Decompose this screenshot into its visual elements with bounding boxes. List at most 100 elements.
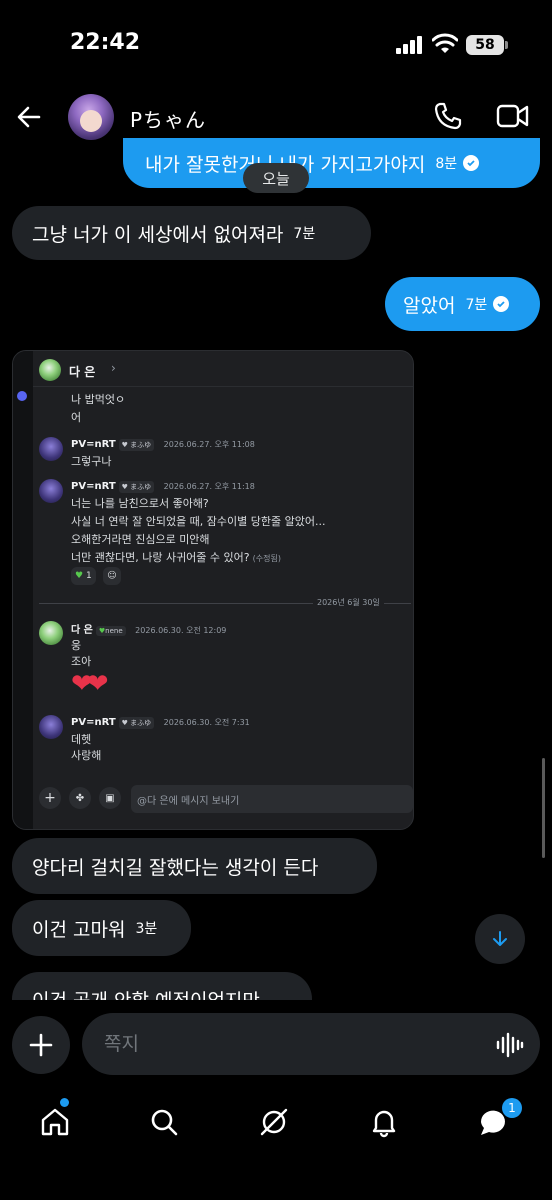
screenshot-author: PV=nRT (71, 439, 116, 450)
message-text: 이건 고마워 (32, 918, 126, 941)
message-time: 8분 (435, 156, 458, 172)
message-time: 7분 (293, 226, 316, 242)
screenshot-timestamp: 2026.06.30. 오전 12:09 (135, 626, 227, 635)
screenshot-post-header: PV=nRT ♥ まふゆ 2026.06.27. 오후 11:08 (71, 437, 255, 451)
add-attachment-button[interactable] (12, 1016, 70, 1074)
battery-icon: 58 (466, 35, 504, 55)
nav-notifications[interactable] (362, 1100, 406, 1144)
screenshot-user-avatar (39, 479, 63, 503)
screenshot-line: 데헷 (71, 733, 92, 746)
screenshot-post-header: 다 은 ♥nene 2026.06.30. 오전 12:09 (71, 621, 226, 636)
add-reaction-icon: ☺ (103, 567, 121, 585)
attached-screenshot-image[interactable]: 다 은 › 나 밥먹엇ㅇ 어 PV=nRT ♥ まふゆ 2026.06.27. 오… (12, 350, 414, 830)
signal-icon (396, 36, 424, 54)
contact-name[interactable]: Pちゃん (130, 104, 206, 133)
search-icon (151, 1109, 178, 1136)
arrow-down-icon (493, 931, 507, 946)
screenshot-topbar: 다 은 › (33, 351, 413, 387)
video-call-icon[interactable] (496, 102, 530, 130)
nav-grok[interactable] (252, 1100, 296, 1144)
screenshot-user-avatar (39, 621, 63, 645)
message-text: 그냥 너가 이 세상에서 없어져라 (32, 223, 284, 246)
screenshot-timestamp: 2026.06.30. 오전 7:31 (163, 718, 250, 727)
message-input[interactable] (82, 1013, 540, 1075)
screenshot-plus-icon: + (39, 787, 61, 809)
home-icon (41, 1108, 69, 1136)
screenshot-reaction: ♥ 1 (71, 567, 96, 585)
message-meta: 7분 (465, 294, 510, 314)
messages-badge: 1 (502, 1098, 522, 1118)
screenshot-line: 오해한거라면 진심으로 미안해 (71, 533, 210, 546)
read-check-icon (493, 296, 510, 312)
screenshot-tag-label: まふゆ (130, 441, 152, 449)
screenshot-post-header: PV=nRT ♥ まふゆ 2026.06.30. 오전 7:31 (71, 715, 250, 729)
screenshot-role-tag: ♥ まふゆ (118, 481, 155, 493)
screenshot-message-input: @다 은에 메시지 보내기 (131, 785, 413, 813)
read-check-icon (463, 155, 480, 171)
screenshot-line: 웅 (71, 639, 82, 652)
screenshot-tag-label: nene (105, 627, 123, 635)
battery-tip (505, 41, 508, 49)
screenshot-role-tag: ♥nene (95, 626, 126, 636)
screenshot-channel-avatar (39, 359, 61, 381)
screenshot-author: PV=nRT (71, 481, 116, 492)
screenshot-line: 사실 너 연락 잘 안되었을 때, 잠수이별 당한줄 알았어... (71, 515, 326, 528)
heart-gift-emoji-icon: ❤❤ (71, 669, 109, 699)
screenshot-post-header: PV=nRT ♥ まふゆ 2026.06.27. 오후 11:18 (71, 479, 255, 493)
screenshot-channel-name: 다 은 (69, 365, 96, 379)
screenshot-line: 너만 괜찮다면, 나랑 사귀어줄 수 있어? (71, 551, 250, 564)
screenshot-date-divider: 2026년 6월 30일 (313, 597, 384, 608)
back-arrow-icon[interactable] (14, 102, 44, 132)
wifi-icon (432, 33, 458, 53)
screenshot-role-tag: ♥ まふゆ (118, 717, 155, 729)
date-separator: 오늘 (243, 163, 309, 193)
message-bubble-outgoing[interactable]: 내가 잘못한거니 내가 가지고가야지 8분 (123, 138, 540, 188)
status-time: 22:42 (70, 30, 141, 55)
message-time: 3분 (135, 921, 158, 937)
chevron-right-icon: › (111, 361, 116, 375)
screenshot-gift-icon: ▣ (99, 787, 121, 809)
nav-home[interactable] (33, 1100, 77, 1144)
status-bar: 22:42 58 (0, 0, 552, 90)
screenshot-line: 어 (71, 411, 82, 424)
screenshot-reaction-count: 1 (85, 571, 92, 581)
screenshot-author: PV=nRT (71, 717, 116, 728)
conversation-header: Pちゃん (0, 90, 552, 144)
message-text: 알았어 (403, 294, 456, 317)
phone-icon[interactable] (432, 100, 464, 132)
home-notification-dot (60, 1098, 69, 1107)
screenshot-author: 다 은 (71, 625, 93, 636)
screenshot-edited-label: (수정됨) (252, 554, 281, 563)
screenshot-role-tag: ♥ まふゆ (118, 439, 155, 451)
screenshot-timestamp: 2026.06.27. 오후 11:08 (163, 440, 255, 449)
message-bubble-incoming[interactable]: 양다리 걸치길 잘했다는 생각이 든다 (12, 838, 377, 894)
voice-message-icon[interactable] (496, 1032, 524, 1058)
screenshot-line: 나 밥먹엇ㅇ (71, 393, 126, 406)
contact-avatar[interactable] (68, 94, 114, 140)
screenshot-apps-icon: ✤ (69, 787, 91, 809)
screenshot-sidebar (13, 351, 33, 829)
screenshot-line: 그렇구나 (71, 455, 112, 468)
bell-icon (372, 1110, 396, 1138)
plus-icon (29, 1033, 53, 1057)
screenshot-line: 사랑해 (71, 749, 102, 762)
bottom-navigation: 1 (0, 1090, 552, 1200)
screenshot-line-edited: 너만 괜찮다면, 나랑 사귀어줄 수 있어? (수정됨) (71, 549, 281, 565)
screenshot-tag-label: まふゆ (130, 719, 152, 727)
message-bubble-incoming[interactable]: 그냥 너가 이 세상에서 없어져라 7분 (12, 206, 371, 260)
nav-search[interactable] (142, 1100, 186, 1144)
message-time: 7분 (465, 297, 488, 313)
screenshot-tag-label: まふゆ (130, 483, 152, 491)
screenshot-user-avatar (39, 715, 63, 739)
message-text: 양다리 걸치길 잘했다는 생각이 든다 (32, 856, 319, 879)
message-meta: 8분 (435, 153, 480, 173)
message-bubble-incoming[interactable]: 이건 고마워 3분 (12, 900, 191, 956)
screenshot-input-placeholder: @다 은에 메시지 보내기 (137, 796, 240, 807)
scrollbar[interactable] (542, 758, 545, 858)
screenshot-line: 너는 나를 남친으로서 좋아해? (71, 497, 209, 510)
message-bubble-outgoing[interactable]: 알았어 7분 (385, 277, 540, 331)
screenshot-user-avatar (39, 437, 63, 461)
scroll-to-bottom-button[interactable] (475, 914, 525, 964)
screenshot-line: 조아 (71, 655, 92, 668)
screenshot-timestamp: 2026.06.27. 오후 11:18 (163, 482, 255, 491)
